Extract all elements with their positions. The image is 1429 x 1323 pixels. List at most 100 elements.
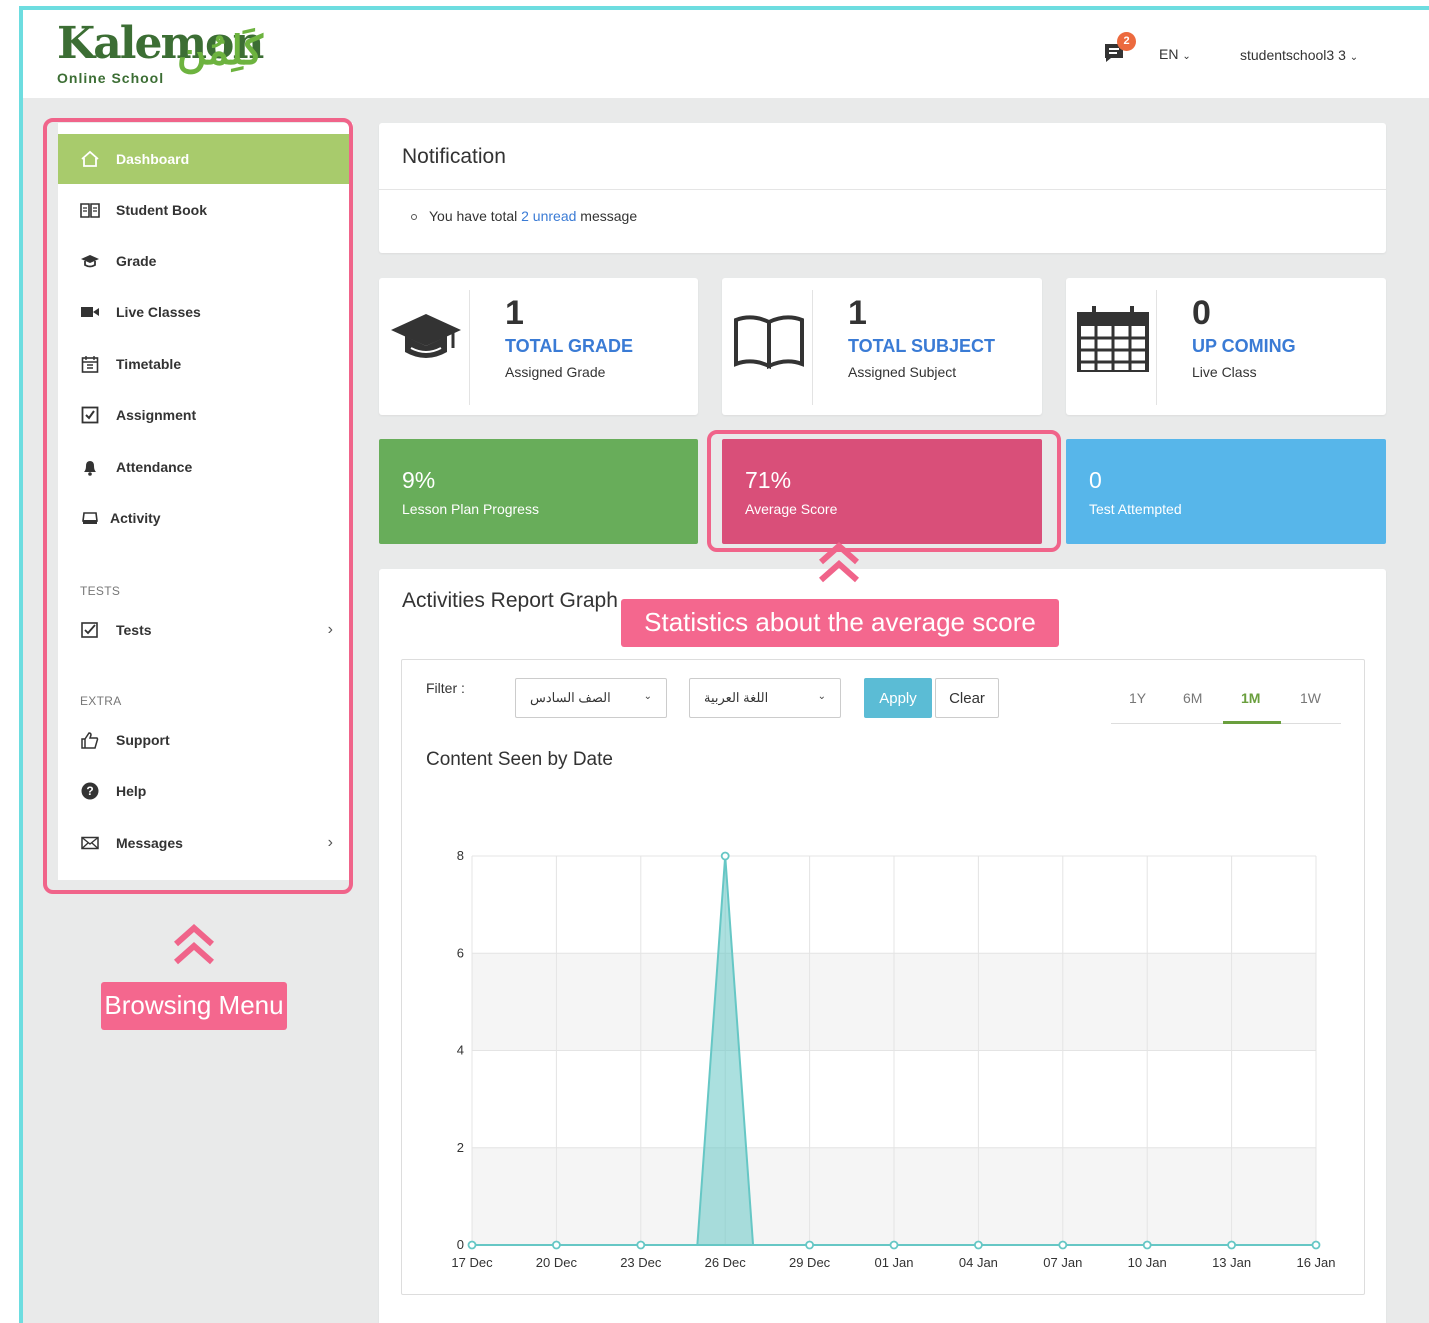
logo[interactable]: Kalemon كَلِمُن Online School [55, 18, 285, 90]
sidebar-item-support[interactable]: Support [58, 715, 353, 765]
calendar-icon [1077, 306, 1149, 372]
data-point [1142, 1240, 1152, 1250]
chevron-down-icon: ⌄ [1349, 52, 1359, 63]
sidebar-item-label: Tests [116, 622, 152, 638]
x-tick-label: 10 Jan [1128, 1255, 1167, 1270]
clear-button[interactable]: Clear [935, 678, 999, 718]
user-menu[interactable]: studentschool3 3 ⌄ [1240, 47, 1358, 63]
calendar-icon [79, 353, 101, 375]
sidebar-item-student-book[interactable]: Student Book [58, 185, 353, 235]
data-point [974, 1240, 983, 1250]
x-tick-label: 20 Dec [536, 1255, 578, 1270]
stat-title: TOTAL GRADE [505, 336, 634, 356]
stat-number: 1 [848, 294, 867, 332]
sidebar-item-label: Assignment [116, 407, 197, 423]
graduation-cap-icon [79, 250, 101, 272]
stat-subtitle: Assigned Grade [505, 364, 606, 380]
sidebar-item-label: Messages [116, 835, 183, 851]
open-book-icon [734, 315, 804, 370]
tab-6m[interactable]: 6M [1183, 690, 1202, 706]
stat-title: TOTAL SUBJECT [848, 336, 996, 356]
kpi-label: Average Score [745, 501, 838, 517]
graph-title: Activities Report Graph [402, 589, 618, 612]
chevron-down-icon: ⌄ [643, 691, 652, 702]
notification-title: Notification [402, 145, 506, 168]
kpi-label: Lesson Plan Progress [402, 501, 539, 517]
x-tick-label: 07 Jan [1043, 1255, 1082, 1270]
stat-number: 0 [1192, 294, 1211, 332]
notification-message: You have total 2 unread message [411, 208, 637, 224]
y-tick-label: 4 [457, 1043, 464, 1058]
sidebar-item-label: Attendance [116, 459, 193, 475]
sidebar-item-live-classes[interactable]: Live Classes [58, 287, 353, 337]
chart-title: Content Seen by Date [426, 749, 613, 770]
data-point [467, 1240, 477, 1250]
unread-link[interactable]: 2 unread [521, 208, 576, 224]
kpi-value: 0 [1089, 467, 1102, 493]
video-camera-icon [79, 301, 101, 323]
sidebar-item-timetable[interactable]: Timetable [58, 339, 353, 389]
divider [812, 290, 813, 405]
notification-text-before: You have total [429, 208, 518, 224]
section-title-extra: EXTRA [80, 694, 122, 708]
sidebar-item-label: Student Book [116, 202, 207, 218]
subject-select[interactable]: اللغة العربية ⌄ [689, 678, 841, 718]
sidebar-item-grade[interactable]: Grade [58, 236, 353, 286]
sidebar-item-label: Timetable [116, 356, 182, 372]
divider [1156, 290, 1157, 405]
sidebar-item-attendance[interactable]: Attendance [58, 442, 353, 492]
data-point [805, 1240, 815, 1250]
kpi-test-attempted[interactable]: 0 Test Attempted [1066, 439, 1386, 544]
sidebar-item-label: Help [116, 783, 147, 799]
chevron-right-icon: › [327, 834, 333, 851]
notification-badge: 2 [1117, 32, 1136, 51]
filter-label: Filter : [426, 680, 465, 696]
notification-card: Notification You have total 2 unread mes… [379, 123, 1386, 253]
stat-card-subject: 1 TOTAL SUBJECT Assigned Subject [722, 278, 1042, 415]
sidebar-item-label: Activity [110, 510, 161, 526]
question-circle-icon: ? [79, 780, 101, 802]
inbox-icon [79, 507, 101, 529]
x-tick-label: 01 Jan [874, 1255, 913, 1270]
x-tick-label: 29 Dec [789, 1255, 831, 1270]
sidebar-item-help[interactable]: ? Help [58, 766, 353, 816]
sidebar-item-activity[interactable]: Activity [58, 493, 353, 543]
tab-1y[interactable]: 1Y [1129, 690, 1146, 706]
home-icon [79, 148, 101, 170]
grade-select-value: الصف السادس [530, 690, 611, 705]
sidebar-item-label: Support [116, 732, 170, 748]
x-tick-label: 17 Dec [451, 1255, 493, 1270]
kpi-average-score[interactable]: 71% Average Score [722, 439, 1042, 544]
chart-panel: Filter : الصف السادس ⌄ اللغة العربية ⌄ A… [401, 659, 1365, 1295]
grade-select[interactable]: الصف السادس ⌄ [515, 678, 667, 718]
sidebar-item-assignment[interactable]: Assignment [58, 390, 353, 440]
sidebar-item-dashboard[interactable]: Dashboard [58, 134, 353, 184]
graduation-cap-icon [391, 314, 461, 358]
sidebar-item-tests[interactable]: Tests › [58, 605, 353, 655]
tab-1w[interactable]: 1W [1300, 690, 1321, 706]
y-tick-label: 2 [457, 1140, 464, 1155]
sidebar-item-messages[interactable]: Messages › [58, 818, 353, 868]
x-tick-label: 23 Dec [620, 1255, 662, 1270]
apply-button[interactable]: Apply [864, 678, 932, 718]
divider [469, 290, 470, 405]
app-window: Kalemon كَلِمُن Online School 2 EN ⌄ stu… [23, 10, 1429, 1323]
y-tick-label: 8 [457, 848, 464, 863]
top-header: Kalemon كَلِمُن Online School 2 EN ⌄ stu… [23, 10, 1429, 98]
activities-report-card: Activities Report Graph Filter : الصف ال… [379, 569, 1386, 1323]
data-point [1058, 1240, 1068, 1250]
x-tick-label: 04 Jan [959, 1255, 998, 1270]
stat-card-upcoming: 0 UP COMING Live Class [1066, 278, 1386, 415]
divider [379, 189, 1386, 190]
kpi-lesson-plan[interactable]: 9% Lesson Plan Progress [379, 439, 698, 544]
language-selector[interactable]: EN ⌄ [1159, 46, 1191, 62]
tab-1m[interactable]: 1M [1241, 690, 1260, 706]
double-chevron-up-icon [174, 923, 214, 965]
sidebar-menu: Dashboard Student Book Grade Live Classe… [58, 123, 353, 880]
svg-text:?: ? [86, 784, 93, 798]
x-tick-label: 16 Jan [1296, 1255, 1335, 1270]
checkbox-icon [79, 404, 101, 426]
stat-title: UP COMING [1192, 336, 1296, 356]
sidebar-item-label: Live Classes [116, 304, 201, 320]
user-name: studentschool3 3 [1240, 47, 1346, 63]
